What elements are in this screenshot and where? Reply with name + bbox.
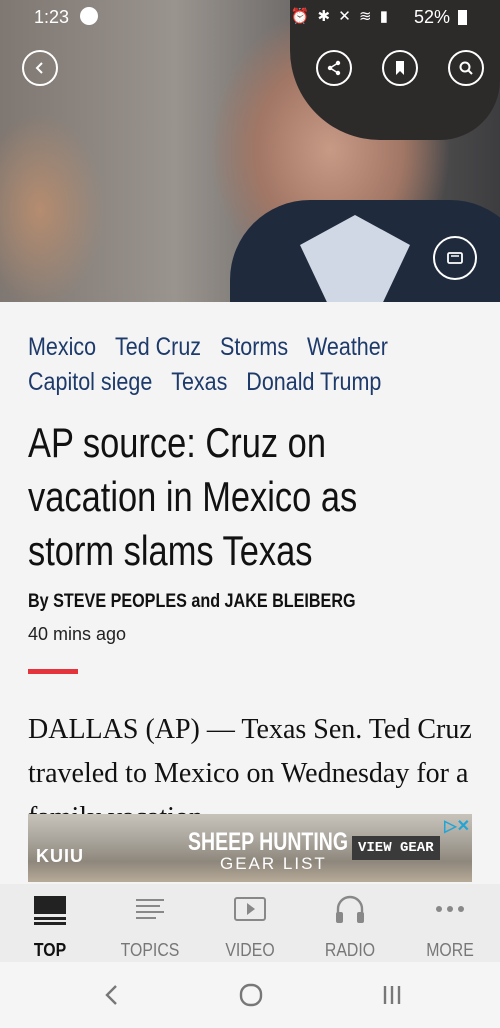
hero-photo bbox=[0, 0, 500, 302]
tab-topics[interactable]: TOPICS bbox=[100, 892, 200, 962]
article-headline: AP source: Cruz on vacation in Mexico as… bbox=[28, 419, 358, 574]
system-home-button[interactable] bbox=[231, 980, 271, 1010]
tag-link[interactable]: Donald Trump bbox=[246, 368, 381, 396]
ad-choices-icon[interactable]: ▷✕ bbox=[444, 816, 470, 836]
tab-label: TOP bbox=[33, 940, 67, 960]
topics-list-icon bbox=[136, 899, 164, 919]
battery-level: 52% bbox=[414, 7, 451, 27]
accent-divider bbox=[28, 669, 78, 674]
article-timestamp: 40 mins ago bbox=[28, 624, 127, 644]
article-byline: By STEVE PEOPLES and JAKE BLEIBERG bbox=[28, 591, 356, 612]
top-news-icon bbox=[34, 896, 66, 925]
tag-link[interactable]: Storms bbox=[220, 333, 288, 361]
gallery-icon bbox=[447, 252, 463, 264]
search-button[interactable] bbox=[448, 50, 484, 86]
tab-label: MORE bbox=[426, 940, 474, 960]
tag-link[interactable]: Capitol siege bbox=[28, 368, 152, 396]
tab-radio[interactable]: RADIO bbox=[300, 892, 400, 962]
share-button[interactable] bbox=[316, 50, 352, 86]
home-circle-icon bbox=[239, 983, 263, 1007]
tab-label: RADIO bbox=[324, 940, 376, 960]
notification-icon bbox=[80, 7, 98, 25]
article-body: DALLAS (AP) — Texas Sen. Ted Cruz travel… bbox=[28, 714, 472, 814]
chevron-left-icon bbox=[35, 62, 43, 74]
advertisement-banner[interactable]: KUIU SHEEP HUNTING GEAR LIST VIEW GEAR ▷… bbox=[28, 814, 472, 882]
bookmark-button[interactable] bbox=[382, 50, 418, 86]
gallery-button[interactable] bbox=[433, 236, 477, 280]
topic-tags: Mexico Ted Cruz Storms Weather Capitol sieg… bbox=[28, 330, 415, 400]
status-bar: 1:23 ⏰ ✱ ✕ ≋ ▮ 52% bbox=[0, 0, 500, 36]
share-icon bbox=[327, 60, 341, 76]
system-back-button[interactable] bbox=[92, 980, 132, 1010]
tag-link[interactable]: Texas bbox=[171, 368, 227, 396]
ad-title: SHEEP HUNTING bbox=[188, 828, 349, 856]
bookmark-icon bbox=[396, 61, 404, 75]
back-button[interactable] bbox=[22, 50, 58, 86]
tag-link[interactable]: Mexico bbox=[28, 333, 96, 361]
tab-more[interactable]: MORE bbox=[400, 892, 500, 962]
more-dots-icon bbox=[436, 906, 464, 912]
tab-top[interactable]: TOP bbox=[0, 892, 100, 962]
ad-cta-button[interactable]: VIEW GEAR bbox=[352, 836, 440, 860]
ad-subtitle: GEAR LIST bbox=[220, 854, 327, 873]
ad-brand: KUIU bbox=[36, 846, 84, 866]
system-nav-bar bbox=[0, 962, 500, 1028]
recents-icon bbox=[383, 986, 401, 1004]
system-recents-button[interactable] bbox=[372, 980, 412, 1010]
search-icon bbox=[459, 61, 473, 75]
headphones-icon bbox=[336, 895, 364, 923]
back-chevron-icon bbox=[105, 985, 117, 1005]
video-icon bbox=[234, 897, 266, 921]
tab-label: VIDEO bbox=[225, 940, 275, 960]
status-icons: ⏰ ✱ ✕ ≋ ▮ bbox=[290, 8, 390, 25]
tag-link[interactable]: Ted Cruz bbox=[115, 333, 201, 361]
status-time: 1:23 bbox=[34, 7, 70, 27]
bottom-tab-bar: TOP TOPICS VIDEO RADIO MORE bbox=[0, 884, 500, 962]
battery-icon bbox=[458, 10, 467, 25]
tab-label: TOPICS bbox=[120, 940, 180, 960]
tab-video[interactable]: VIDEO bbox=[200, 892, 300, 962]
tag-link[interactable]: Weather bbox=[307, 333, 388, 361]
